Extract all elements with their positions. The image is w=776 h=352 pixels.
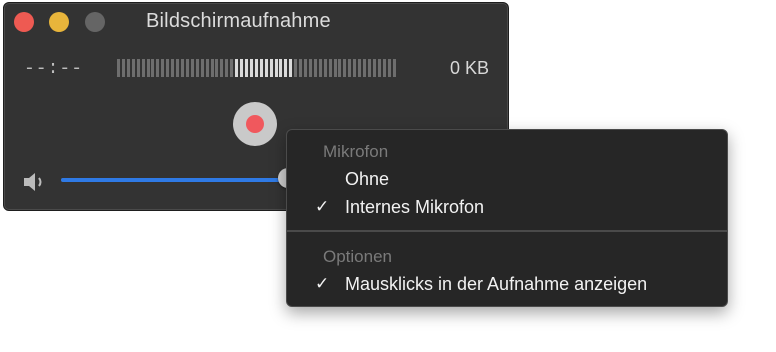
title-bar: Bildschirmaufnahme: [4, 3, 508, 41]
volume-slider-fill: [61, 178, 288, 182]
menu-item-label: Ohne: [345, 169, 390, 189]
record-button[interactable]: [233, 102, 277, 146]
window-title: Bildschirmaufnahme: [146, 10, 331, 32]
minimize-button[interactable]: [49, 12, 69, 32]
audio-level-meter: [117, 59, 396, 77]
options-menu: Mikrofon ✓ Ohne ✓ Internes Mikrofon Opti…: [286, 129, 728, 307]
menu-section-header-mikrofon: Mikrofon: [323, 142, 389, 161]
menu-item-label: Mausklicks in der Aufnahme anzeigen: [345, 274, 648, 294]
file-size-label: 0 KB: [449, 58, 489, 78]
menu-item-label: Internes Mikrofon: [345, 197, 485, 217]
screen: Bildschirmaufnahme --:-- 0 KB Mikrofon O…: [0, 0, 776, 352]
close-button[interactable]: [14, 12, 34, 32]
menu-item-mausklicks-anzeigen[interactable]: ✓ Mausklicks in der Aufnahme anzeigen: [287, 271, 727, 299]
menu-section-header-optionen: Optionen: [323, 247, 392, 266]
menu-item-ohne[interactable]: ✓ Ohne: [287, 166, 727, 194]
speaker-icon[interactable]: [22, 171, 50, 193]
record-icon: [246, 115, 264, 133]
checkmark-icon: ✓: [315, 197, 330, 216]
checkmark-icon: ✓: [315, 274, 330, 293]
elapsed-time: --:--: [24, 59, 84, 79]
zoom-button[interactable]: [85, 12, 105, 32]
menu-item-internes-mikrofon[interactable]: ✓ Internes Mikrofon: [287, 194, 727, 222]
menu-separator: [287, 230, 727, 232]
